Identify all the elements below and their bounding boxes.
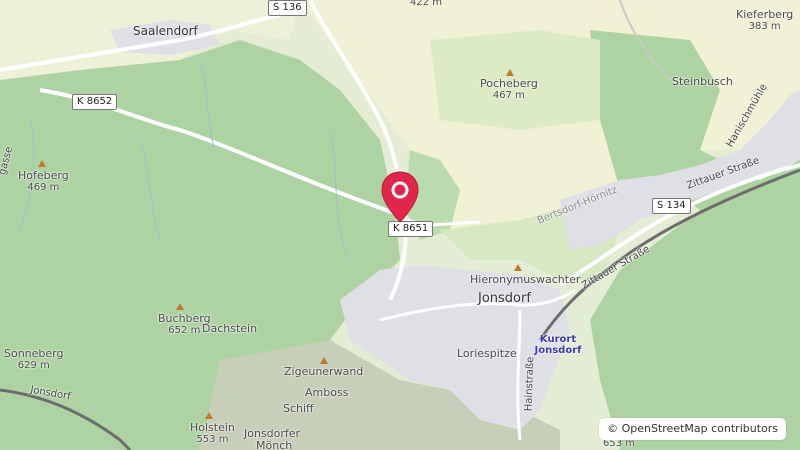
peak-elevation: 422 m [410,0,443,8]
peak-label-kieferberg: Kieferberg 383 m [736,9,793,33]
peak-label-hofeberg: Hofeberg 469 m [18,170,69,194]
peak-label-holstein: Holstein 553 m [190,422,235,446]
peak-name: Pocheberg [480,77,538,90]
feature-label-hieronymuswachter: Hieronymuswachter [470,273,581,286]
peak-label-sonneberg: Sonneberg 629 m [4,348,64,372]
place-label-jonsdorf: Jonsdorf [478,291,531,306]
peak-icon [176,303,184,310]
peak-name: Holstein [190,421,235,434]
feature-label-dachstein: Dachstein [202,322,258,335]
peak-icon [205,412,213,419]
peak-elevation: 467 m [492,90,525,101]
feature-label-schiff: Schiff [283,402,314,415]
peak-name: Sonneberg [4,347,64,360]
road-shield-s136: S 136 [268,0,307,16]
street-label-hainstrasse: Hainstraße [523,356,537,412]
map-attribution[interactable]: © OpenStreetMap contributors [599,418,786,440]
road-shield-s134: S 134 [652,198,691,214]
feature-label-zigeunerwand: Zigeunerwand [284,365,364,378]
peak-label-pocheberg: Pocheberg 467 m [480,78,538,102]
peak-elevation: 383 m [748,21,781,32]
feature-label-steinbusch: Steinbusch [672,75,733,88]
peak-icon [514,264,522,271]
location-pin-icon[interactable] [380,170,420,230]
feature-label-moench: Mönch [256,439,293,450]
peak-name: Kieferberg [736,8,794,21]
peak-elevation: 629 m [17,360,50,371]
place-label-saalendorf: Saalendorf [133,24,198,38]
peak-icon [38,160,46,167]
road-shield-k8652: K 8652 [72,94,118,110]
peak-elevation: 469 m [27,182,60,193]
map-view[interactable]: S 136 K 8652 K 8651 S 134 Saalendorf Jon… [0,0,800,450]
feature-label-amboss: Amboss [305,386,349,399]
peak-icon [320,357,328,364]
peak-label-unnamed-north: 422 m [410,0,442,9]
feature-label-loriespitze: Loriespitze [457,347,517,360]
station-label-kurort-jonsdorf: Kurort Jonsdorf [534,334,582,356]
peak-elevation: 553 m [196,434,229,445]
peak-icon [506,69,514,76]
peak-name: Hofeberg [18,169,69,182]
